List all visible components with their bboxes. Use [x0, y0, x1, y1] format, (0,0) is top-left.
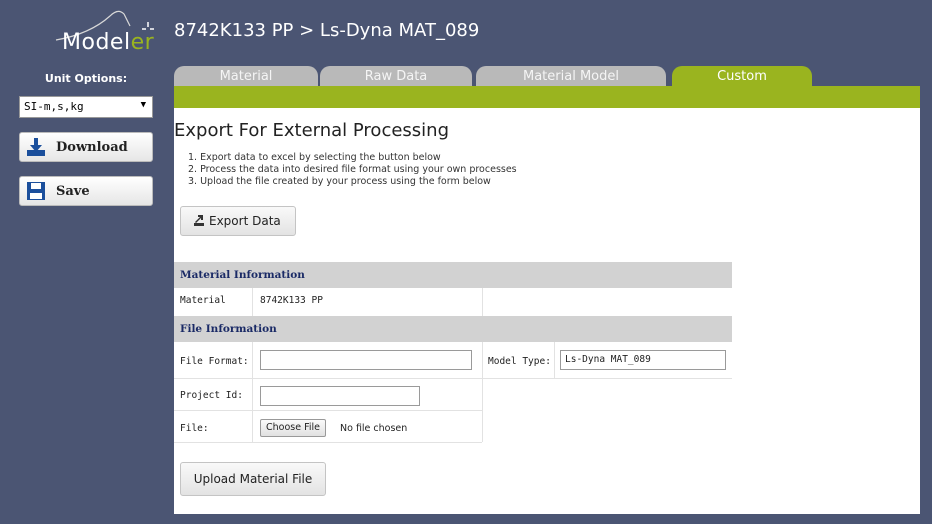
project-id-label: Project Id: — [180, 390, 243, 401]
main-panel: Export For External Processing 1. Export… — [174, 108, 920, 514]
divider — [252, 288, 253, 316]
model-type-input[interactable]: Ls-Dyna MAT_089 — [560, 350, 726, 370]
save-button[interactable]: Save — [19, 176, 153, 206]
unit-select-value: SI-m,s,kg — [24, 100, 84, 113]
file-format-label: File Format: — [180, 356, 249, 367]
download-button[interactable]: Download — [19, 132, 153, 162]
tab-custom[interactable]: Custom — [672, 66, 812, 88]
material-label: Material — [180, 295, 226, 306]
material-info-header: Material Information — [174, 262, 732, 288]
app-logo[interactable]: Modeler — [62, 30, 154, 55]
divider — [482, 342, 483, 442]
step-item: 3. Upload the file created by your proce… — [188, 176, 491, 187]
divider — [174, 410, 482, 411]
section-title: Export For External Processing — [174, 120, 450, 141]
model-type-label: Model Type: — [488, 356, 551, 367]
choose-file-button[interactable]: Choose File — [260, 419, 326, 437]
no-file-text: No file chosen — [340, 423, 408, 434]
file-format-input[interactable] — [260, 350, 472, 370]
divider — [174, 442, 482, 443]
project-id-input[interactable] — [260, 386, 420, 406]
tab-underline-bar — [174, 86, 920, 108]
material-value: 8742K133 PP — [260, 295, 323, 306]
tabs-bar: Material Raw Data Material Model Custom — [174, 66, 920, 88]
save-icon — [27, 182, 45, 200]
save-label: Save — [56, 183, 90, 199]
tab-raw-data[interactable]: Raw Data — [320, 66, 472, 88]
logo-accent: er — [130, 30, 155, 55]
divider — [252, 342, 253, 442]
file-info-header: File Information — [174, 316, 732, 342]
step-item: 2. Process the data into desired file fo… — [188, 164, 517, 175]
download-label: Download — [56, 139, 128, 155]
download-icon — [27, 138, 45, 156]
file-label: File: — [180, 423, 209, 434]
divider — [554, 342, 555, 378]
export-data-button[interactable]: Export Data — [180, 206, 296, 236]
tab-material[interactable]: Material — [174, 66, 318, 88]
unit-options-label: Unit Options: — [44, 72, 128, 85]
page-title: 8742K133 PP > Ls-Dyna MAT_089 — [174, 20, 480, 41]
steps-list: 1. Export data to excel by selecting the… — [188, 152, 517, 188]
export-icon — [194, 215, 204, 226]
export-data-label: Export Data — [209, 214, 281, 228]
dropdown-arrow-icon: ▼ — [140, 100, 146, 110]
divider — [174, 378, 732, 379]
logo-text: Model — [62, 30, 131, 55]
divider — [482, 288, 483, 316]
unit-select[interactable]: SI-m,s,kg ▼ — [19, 96, 153, 118]
upload-material-file-button[interactable]: Upload Material File — [180, 462, 326, 496]
step-item: 1. Export data to excel by selecting the… — [188, 152, 441, 163]
tab-material-model[interactable]: Material Model — [476, 66, 666, 88]
